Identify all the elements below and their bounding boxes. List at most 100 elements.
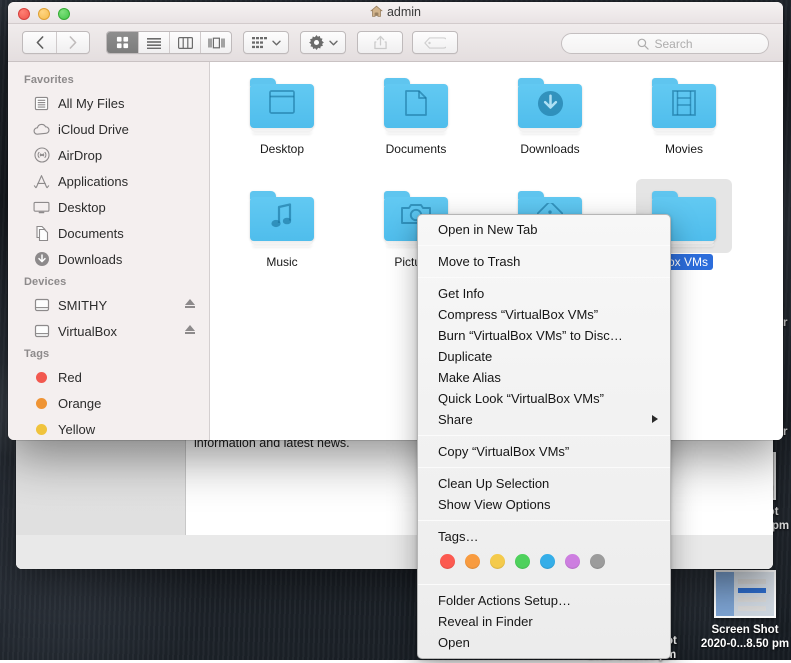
arrange-icon bbox=[252, 37, 267, 49]
tag-color-yellow[interactable] bbox=[490, 554, 505, 569]
chevron-down-icon bbox=[272, 40, 281, 46]
file-label: Desktop bbox=[255, 141, 309, 157]
menu-item-clean-up-selection[interactable]: Clean Up Selection bbox=[418, 473, 670, 494]
menu-item-label: Clean Up Selection bbox=[438, 476, 549, 491]
file-item-desktop[interactable]: Desktop bbox=[234, 66, 330, 158]
desktop-icon-label-2: 2020-0...8.50 pm bbox=[690, 637, 791, 651]
tag-color-gray[interactable] bbox=[590, 554, 605, 569]
column-view-button[interactable] bbox=[169, 32, 200, 53]
sidebar-item-desktop[interactable]: Desktop bbox=[8, 194, 209, 220]
menu-item-make-alias[interactable]: Make Alias bbox=[418, 367, 670, 388]
desktop-icon-screenshot-2[interactable]: Screen Shot 2020-0...8.50 pm bbox=[690, 570, 791, 651]
action-menu-button[interactable] bbox=[301, 32, 345, 53]
file-label: Documents bbox=[381, 141, 452, 157]
tag-color-blue[interactable] bbox=[540, 554, 555, 569]
forward-button[interactable] bbox=[56, 32, 89, 53]
sidebar-item-applications[interactable]: Applications bbox=[8, 168, 209, 194]
sidebar-item-label: Orange bbox=[58, 396, 101, 411]
menu-item-label: Get Info bbox=[438, 286, 484, 301]
sidebar-item-downloads[interactable]: Downloads bbox=[8, 246, 209, 272]
share-icon bbox=[374, 35, 387, 50]
sidebar-item-tag-yellow[interactable]: Yellow bbox=[8, 416, 209, 440]
documents-icon bbox=[32, 225, 51, 242]
sidebar-item-airdrop[interactable]: AirDrop bbox=[8, 142, 209, 168]
menu-item-reveal-in-finder[interactable]: Reveal in Finder bbox=[418, 611, 670, 632]
sidebar-item-tag-orange[interactable]: Orange bbox=[8, 390, 209, 416]
menu-item-burn-to-disc[interactable]: Burn “VirtualBox VMs” to Disc… bbox=[418, 325, 670, 346]
menu-item-get-info[interactable]: Get Info bbox=[418, 283, 670, 304]
sidebar-item-all-my-files[interactable]: All My Files bbox=[8, 90, 209, 116]
menu-item-label: Show View Options bbox=[438, 497, 551, 512]
sidebar-item-label: Yellow bbox=[58, 422, 95, 437]
tag-color-picker[interactable] bbox=[418, 547, 670, 579]
menu-item-show-view-options[interactable]: Show View Options bbox=[418, 494, 670, 515]
file-item-downloads[interactable]: Downloads bbox=[502, 66, 598, 158]
tag-color-orange[interactable] bbox=[465, 554, 480, 569]
menu-item-quick-look[interactable]: Quick Look “VirtualBox VMs” bbox=[418, 388, 670, 409]
sidebar-item-label: Red bbox=[58, 370, 82, 385]
menu-item-open-in-new-tab[interactable]: Open in New Tab bbox=[418, 219, 670, 240]
coverflow-view-button[interactable] bbox=[200, 32, 231, 53]
share-group bbox=[357, 31, 403, 54]
file-item-music[interactable]: Music bbox=[234, 179, 330, 271]
sidebar-section-devices: Devices bbox=[8, 272, 209, 292]
sidebar-item-label: iCloud Drive bbox=[58, 122, 129, 137]
sidebar-item-icloud-drive[interactable]: iCloud Drive bbox=[8, 116, 209, 142]
menu-item-open[interactable]: Open bbox=[418, 632, 670, 653]
tag-color-green[interactable] bbox=[515, 554, 530, 569]
arrange-group bbox=[243, 31, 289, 54]
folder-icon bbox=[636, 66, 732, 140]
menu-item-share[interactable]: Share bbox=[418, 409, 670, 430]
list-view-button[interactable] bbox=[138, 32, 169, 53]
cloud-icon bbox=[32, 121, 51, 138]
window-glyph-icon bbox=[250, 90, 314, 114]
note-glyph-icon bbox=[250, 203, 314, 229]
tag-dot-icon bbox=[32, 369, 51, 386]
eject-icon[interactable] bbox=[185, 299, 195, 305]
menu-item-label: Copy “VirtualBox VMs” bbox=[438, 444, 569, 459]
tag-color-red[interactable] bbox=[440, 554, 455, 569]
menu-item-copy[interactable]: Copy “VirtualBox VMs” bbox=[418, 441, 670, 462]
menu-separator bbox=[418, 467, 670, 468]
file-label: Movies bbox=[660, 141, 708, 157]
search-placeholder: Search bbox=[654, 37, 692, 51]
menu-item-folder-actions-setup[interactable]: Folder Actions Setup… bbox=[418, 590, 670, 611]
icon-view-button[interactable] bbox=[107, 32, 138, 53]
file-item-movies[interactable]: Movies bbox=[636, 66, 732, 158]
finder-titlebar[interactable]: admin bbox=[8, 2, 783, 24]
action-group bbox=[300, 31, 346, 54]
screenshot-thumbnail bbox=[714, 570, 776, 618]
desktop-icon-label: Screen Shot bbox=[690, 623, 791, 637]
chevron-down-icon bbox=[329, 40, 338, 46]
sidebar-item-smithy[interactable]: SMITHY bbox=[8, 292, 209, 318]
sidebar-item-label: VirtualBox bbox=[58, 324, 117, 339]
menu-item-compress[interactable]: Compress “VirtualBox VMs” bbox=[418, 304, 670, 325]
context-menu[interactable]: Open in New Tab Move to Trash Get Info C… bbox=[417, 214, 671, 659]
menu-item-move-to-trash[interactable]: Move to Trash bbox=[418, 251, 670, 272]
menu-item-tags[interactable]: Tags… bbox=[418, 526, 670, 547]
home-icon bbox=[370, 5, 383, 21]
sidebar-item-documents[interactable]: Documents bbox=[8, 220, 209, 246]
arrange-by-button[interactable] bbox=[244, 32, 288, 53]
eject-icon[interactable] bbox=[185, 325, 195, 331]
finder-sidebar[interactable]: Favorites All My Files iCloud Drive AirD… bbox=[8, 62, 210, 440]
drive-icon bbox=[32, 323, 51, 340]
search-input[interactable]: Search bbox=[561, 33, 769, 54]
menu-item-duplicate[interactable]: Duplicate bbox=[418, 346, 670, 367]
sidebar-item-tag-red[interactable]: Red bbox=[8, 364, 209, 390]
sidebar-item-label: All My Files bbox=[58, 96, 124, 111]
tag-color-purple[interactable] bbox=[565, 554, 580, 569]
tag-icon bbox=[424, 37, 446, 49]
sidebar-item-virtualbox[interactable]: VirtualBox bbox=[8, 318, 209, 344]
desktop-icon bbox=[32, 199, 51, 216]
tag-dot-icon bbox=[32, 395, 51, 412]
gear-icon bbox=[309, 35, 324, 50]
film-glyph-icon bbox=[652, 90, 716, 116]
view-mode-group bbox=[106, 31, 232, 54]
sidebar-item-label: Applications bbox=[58, 174, 128, 189]
file-item-documents[interactable]: Documents bbox=[368, 66, 464, 158]
edit-tags-button[interactable] bbox=[413, 32, 457, 53]
share-button[interactable] bbox=[358, 32, 402, 53]
sidebar-section-favorites: Favorites bbox=[8, 70, 209, 90]
back-button[interactable] bbox=[23, 32, 56, 53]
